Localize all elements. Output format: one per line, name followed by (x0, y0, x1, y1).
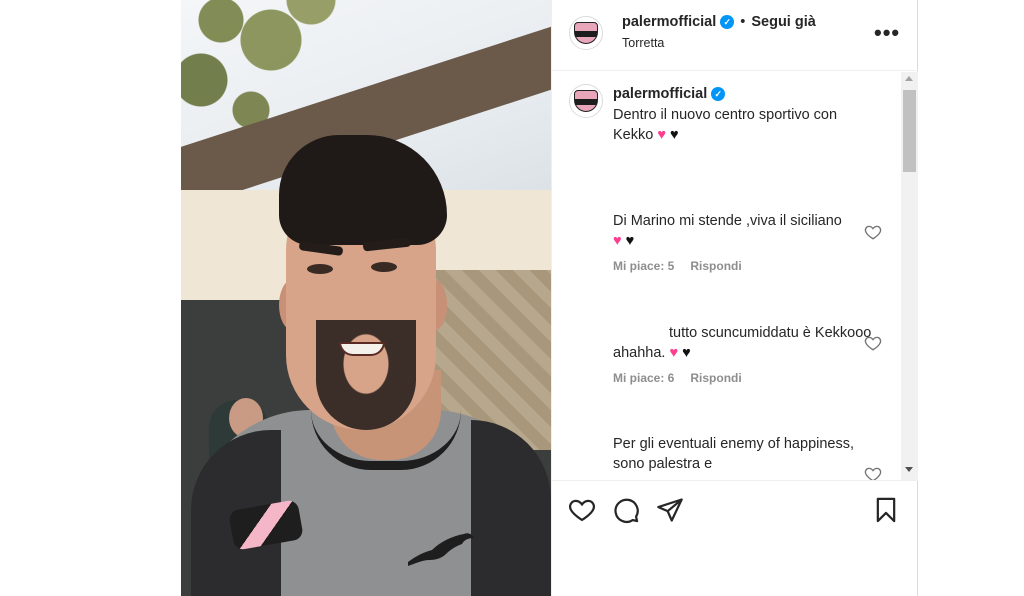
comment-reply-button[interactable]: Rispondi (690, 371, 741, 385)
share-icon[interactable] (656, 496, 684, 524)
caption-text: Dentro il nuovo centro sportivo con Kekk… (613, 106, 873, 145)
media-mouth (339, 342, 385, 356)
header-separator: • (740, 14, 746, 30)
verified-badge-icon: ✓ (720, 15, 735, 29)
comment-likes[interactable]: Mi piace: 6 (613, 371, 674, 385)
heart-icon[interactable] (568, 496, 596, 524)
scroll-down-arrow-icon[interactable] (905, 467, 913, 472)
comment-meta: Mi piace: 5 Rispondi (613, 259, 873, 273)
more-options-icon[interactable]: ••• (874, 20, 900, 46)
caption-avatar[interactable] (569, 84, 603, 118)
post-actions-bar (552, 480, 918, 596)
post-location[interactable]: Torretta (622, 36, 664, 50)
bookmark-icon[interactable] (872, 496, 900, 524)
comment-icon[interactable] (612, 496, 640, 524)
palermo-crest-icon (574, 22, 598, 44)
media-beard (316, 320, 416, 430)
black-heart-emoji-icon: ♥ (625, 232, 635, 249)
post-header: palermofficial ✓ • Segui già Torretta ••… (552, 0, 918, 71)
comments-scrollbar[interactable] (901, 72, 918, 480)
header-avatar[interactable] (569, 16, 603, 50)
following-button[interactable]: Segui già (751, 14, 815, 30)
caption-body: Dentro il nuovo centro sportivo con Kekk… (613, 107, 838, 143)
comment-reply-button[interactable]: Rispondi (690, 259, 741, 273)
header-username[interactable]: palermofficial (622, 14, 716, 30)
comment-body: Di Marino mi stende ,viva il siciliano (613, 213, 842, 229)
scroll-up-arrow-icon[interactable] (905, 76, 913, 81)
comment-item: Per gli eventuali enemy of happiness, so… (613, 435, 873, 474)
media-eye-left (307, 264, 333, 274)
pink-heart-emoji-icon: ♥ (613, 232, 622, 249)
comment-meta: Mi piace: 6 Rispondi (613, 371, 873, 385)
comment-like-heart-icon[interactable] (864, 465, 882, 480)
comment-text: Di Marino mi stende ,viva il siciliano ♥… (613, 212, 873, 251)
comment-like-heart-icon[interactable] (864, 223, 882, 241)
comment-body: tutto scuncumiddatu è Kekkooo ahahha. (613, 325, 872, 361)
comment-like-heart-icon[interactable] (864, 334, 882, 352)
comment-item: Di Marino mi stende ,viva il siciliano ♥… (613, 212, 873, 273)
header-user-line: palermofficial ✓ • Segui già (622, 14, 816, 30)
caption-user-line: palermofficial ✓ (613, 86, 726, 102)
comment-text: tutto scuncumiddatu è Kekkooo ahahha. ♥ … (613, 324, 873, 363)
black-heart-emoji-icon: ♥ (669, 126, 679, 143)
comment-text: Per gli eventuali enemy of happiness, so… (613, 436, 855, 472)
comment-likes[interactable]: Mi piace: 5 (613, 259, 674, 273)
media-eye-right (371, 262, 397, 272)
pink-heart-emoji-icon: ♥ (669, 344, 679, 361)
caption-username[interactable]: palermofficial (613, 86, 707, 102)
comment-item: tutto scuncumiddatu è Kekkooo ahahha. ♥ … (613, 324, 873, 385)
post-media-video[interactable] (181, 0, 551, 596)
pink-heart-emoji-icon: ♥ (657, 126, 666, 143)
comments-list[interactable]: palermofficial ✓ Dentro il nuovo centro … (552, 72, 918, 480)
post-side-panel: palermofficial ✓ • Segui già Torretta ••… (551, 0, 918, 596)
puma-logo-icon (408, 533, 474, 566)
palermo-crest-icon (574, 90, 598, 112)
scrollbar-thumb[interactable] (903, 90, 916, 172)
black-heart-emoji-icon: ♥ (682, 344, 691, 361)
verified-badge-icon: ✓ (711, 87, 726, 101)
